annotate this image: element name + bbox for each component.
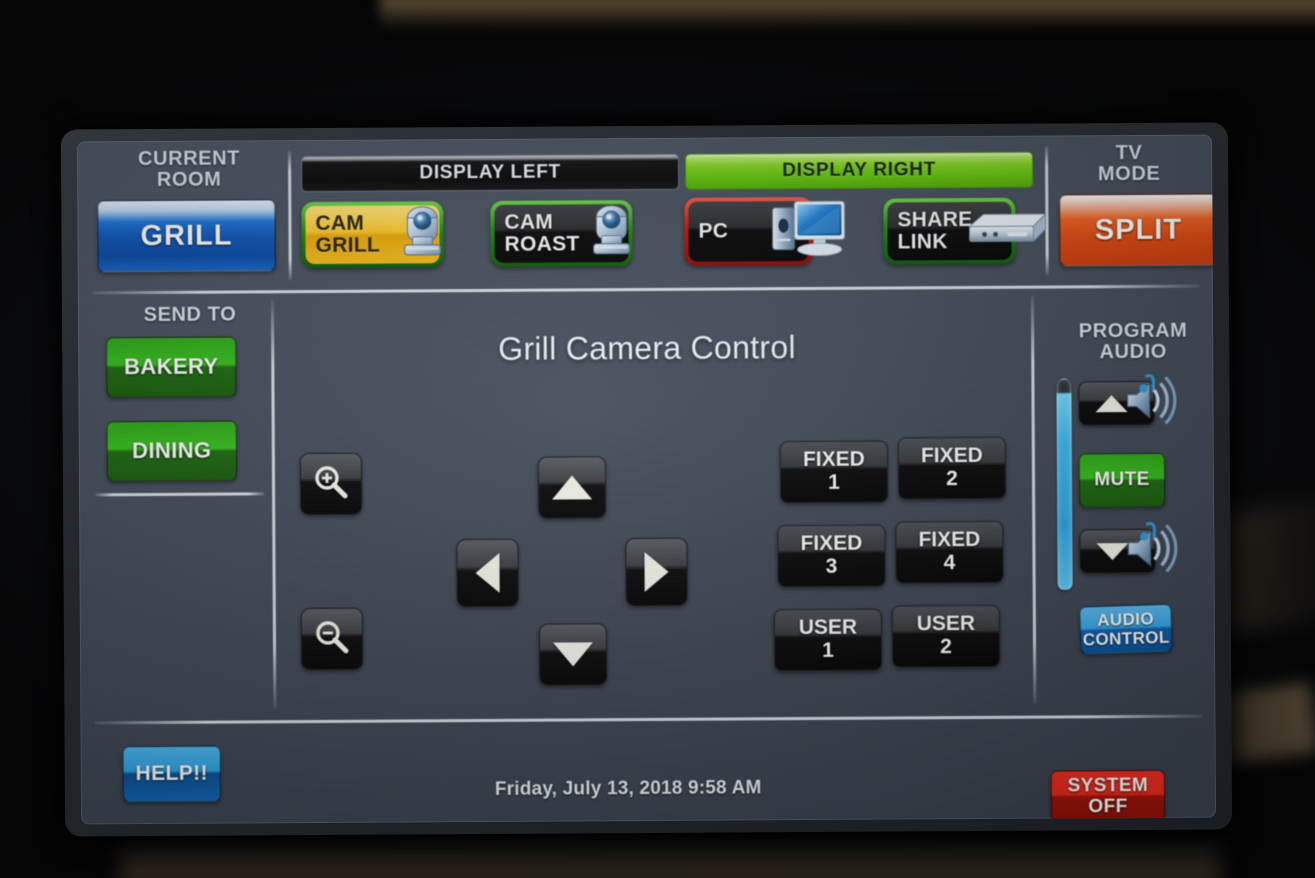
pan-up-button[interactable] [537,456,607,519]
divider-main-right [1030,295,1037,704]
preset-fixed-3-button[interactable]: FIXED 3 [777,524,886,588]
send-to-bakery-button[interactable]: BAKERY [106,336,237,398]
divider-footer [94,714,1203,725]
current-room-label-line1: CURRENT [137,147,241,171]
source-pc-label: PC [698,219,729,243]
preset-line2: 2 [940,635,952,659]
volume-level-slider[interactable] [1056,378,1073,591]
preset-fixed-2-button[interactable]: FIXED 2 [897,436,1007,500]
preset-user-2-button[interactable]: USER 2 [891,604,1001,668]
mute-button[interactable]: MUTE [1078,452,1166,508]
source-cam-grill-label: CAM GRILL [315,211,381,258]
divider-below-top-row [91,284,1200,295]
source-cam-grill[interactable]: CAM GRILL [301,201,444,269]
ptz-camera-icon [582,203,640,264]
system-off-line1: SYSTEM [1067,774,1149,797]
send-to-dining-button[interactable]: DINING [106,420,237,482]
ptz-camera-icon [393,204,451,265]
system-off-line2: OFF [1088,796,1128,818]
preset-line1: FIXED [918,528,981,552]
preset-line1: FIXED [802,447,865,472]
date-time-display: Friday, July 13, 2018 9:58 AM [494,777,762,800]
preset-line2: 1 [822,638,834,662]
preset-line2: 4 [943,551,956,575]
divider-send-to-bottom [95,492,266,497]
tv-mode-label-line2: MODE [1097,163,1161,186]
program-audio-label-line2: AUDIO [1099,341,1168,364]
source-cam-roast[interactable]: CAM ROAST [490,200,633,267]
arrow-left-icon [475,552,500,594]
arrow-right-icon [644,551,669,593]
send-to-label: SEND TO [143,303,237,327]
touchpanel-bezel: CURRENT ROOM GRILL DISPLAY LEFT DISPLAY … [60,122,1233,837]
arrow-down-icon [552,642,594,667]
audio-control-button[interactable]: AUDIO CONTROL [1079,603,1173,655]
source-share-link-label: SHARE LINK [897,207,973,254]
zoom-out-button[interactable] [300,607,364,671]
system-off-button[interactable]: SYSTEM OFF [1050,769,1166,823]
divider-left-top [287,150,292,281]
desktop-pc-icon [758,197,850,265]
program-audio-label-line1: PROGRAM [1078,319,1188,343]
volume-up-icon [1119,372,1183,433]
glare-highlight-bottom [120,838,1220,878]
zoom-out-icon [313,617,351,660]
preset-line1: FIXED [800,532,863,556]
glare-highlight-top [380,0,1315,28]
current-room-button[interactable]: GRILL [97,199,276,273]
touchpanel-screen: CURRENT ROOM GRILL DISPLAY LEFT DISPLAY … [76,134,1217,825]
preset-line1: FIXED [920,444,983,468]
help-button[interactable]: HELP!! [122,745,221,803]
volume-up-button[interactable] [1078,374,1177,426]
tv-mode-label-line1: TV [1115,141,1143,165]
current-room-label: CURRENT ROOM [99,147,279,192]
volume-down-button[interactable] [1079,522,1178,574]
zoom-in-icon [312,462,350,505]
preset-line1: USER [798,616,858,640]
volume-down-icon [1120,520,1184,581]
preset-line2: 1 [828,470,840,494]
zoom-in-button[interactable] [299,452,363,516]
audio-control-line1: AUDIO [1096,609,1155,630]
source-pc[interactable]: PC [684,196,846,266]
audio-control-line2: CONTROL [1082,627,1170,650]
page-title: Grill Camera Control [498,329,796,367]
preset-user-1-button[interactable]: USER 1 [773,608,883,672]
photo-scene: CURRENT ROOM GRILL DISPLAY LEFT DISPLAY … [0,0,1315,878]
divider-main-left [270,300,277,709]
preset-line2: 2 [946,467,958,491]
tv-mode-button[interactable]: SPLIT [1059,193,1217,267]
tv-mode-label: TV MODE [1049,141,1209,186]
display-right-header[interactable]: DISPLAY RIGHT [685,151,1034,190]
preset-line1: USER [916,612,976,636]
pan-right-button[interactable] [625,537,688,607]
preset-line2: 3 [825,554,838,578]
preset-fixed-1-button[interactable]: FIXED 1 [779,440,889,504]
pan-down-button[interactable] [538,623,608,686]
current-room-label-line2: ROOM [156,168,222,192]
program-audio-label: PROGRAM AUDIO [1053,319,1213,364]
source-cam-roast-label: CAM ROAST [504,210,580,256]
pan-left-button[interactable] [456,538,519,608]
display-left-header[interactable]: DISPLAY LEFT [301,153,680,193]
share-device-icon [959,204,1051,258]
source-share-link[interactable]: SHARE LINK [883,197,1047,265]
arrow-up-icon [551,475,593,500]
preset-fixed-4-button[interactable]: FIXED 4 [895,520,1004,584]
